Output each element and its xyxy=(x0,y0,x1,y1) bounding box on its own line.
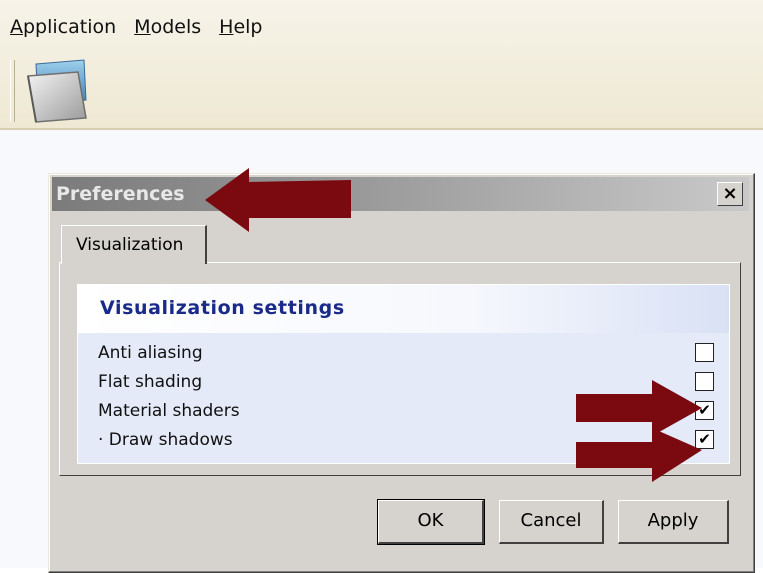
menu-application[interactable]: Application xyxy=(8,16,118,44)
tab-label: Visualization xyxy=(76,235,184,255)
dialog-title: Preferences xyxy=(56,183,185,205)
anti-aliasing-checkbox[interactable] xyxy=(695,343,714,362)
setting-label: Flat shading xyxy=(98,372,203,392)
annotation-arrow-draw-shadows xyxy=(576,428,702,482)
open-folder-button[interactable] xyxy=(22,56,98,126)
dialog-title-bar[interactable]: Preferences × xyxy=(52,177,749,211)
setting-label: Material shaders xyxy=(98,401,240,421)
setting-row-anti-aliasing: Anti aliasing xyxy=(78,339,729,368)
application-header: Application Models Help xyxy=(0,0,763,130)
ok-button[interactable]: OK xyxy=(377,499,485,545)
tab-visualization[interactable]: Visualization xyxy=(61,225,207,264)
annotation-arrow-title xyxy=(205,168,351,232)
close-button[interactable]: × xyxy=(717,182,743,206)
menu-bar: Application Models Help xyxy=(8,16,264,44)
setting-label: · Draw shadows xyxy=(98,430,233,450)
setting-label: Anti aliasing xyxy=(98,343,203,363)
settings-header: Visualization settings xyxy=(78,285,729,333)
menu-help[interactable]: Help xyxy=(217,16,264,44)
toolbar-grip[interactable] xyxy=(10,60,15,122)
apply-button[interactable]: Apply xyxy=(618,500,729,544)
cancel-button[interactable]: Cancel xyxy=(499,500,604,544)
preferences-dialog: Preferences × Visualization Visualizatio… xyxy=(48,173,755,573)
menu-models[interactable]: Models xyxy=(132,16,203,44)
settings-title: Visualization settings xyxy=(100,297,345,319)
folder-icon xyxy=(27,59,87,123)
